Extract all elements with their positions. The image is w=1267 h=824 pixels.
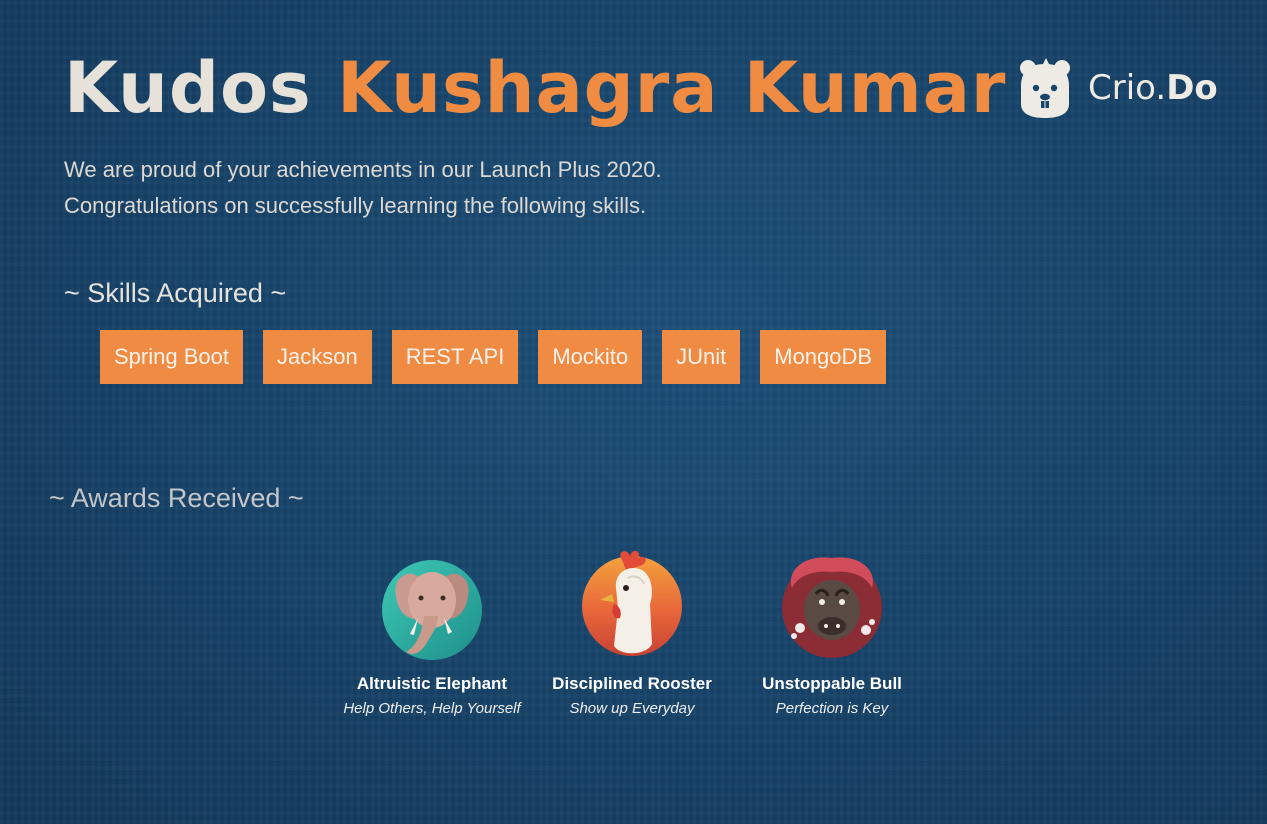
rooster-icon <box>582 550 682 656</box>
beaver-icon <box>1020 58 1070 118</box>
award-name: Unstoppable Bull <box>762 674 902 693</box>
awards-list: Altruistic Elephant Help Others, Help Yo… <box>332 548 932 717</box>
award-name: Altruistic Elephant <box>356 674 508 693</box>
page-title: Kudos Kushagra Kumar <box>64 44 1006 132</box>
title-prefix: Kudos <box>64 47 312 129</box>
skill-chip: REST API <box>391 330 519 384</box>
award-tagline: Show up Everyday <box>569 700 695 717</box>
award-tagline: Perfection is Key <box>775 700 889 717</box>
intro-line-1: We are proud of your achievements in our… <box>64 157 662 182</box>
skills-list: Spring Boot Jackson REST API Mockito JUn… <box>100 330 906 384</box>
skill-chip: JUnit <box>662 330 741 384</box>
logo-text-light: Crio. <box>1088 68 1167 108</box>
bull-icon <box>782 557 882 658</box>
logo-wordmark: Crio.Do <box>1088 68 1218 108</box>
recipient-name: Kushagra Kumar <box>337 47 1007 129</box>
skill-chip: Mockito <box>538 330 643 384</box>
award-badge-elephant: Altruistic Elephant Help Others, Help Yo… <box>332 548 532 717</box>
skills-heading: ~ Skills Acquired ~ <box>64 278 287 308</box>
skill-chip: Jackson <box>262 330 372 384</box>
award-badge-rooster: Disciplined Rooster Show up Everyday <box>532 548 732 717</box>
skill-chip: MongoDB <box>760 330 887 384</box>
crio-logo: Crio.Do <box>1016 56 1218 120</box>
elephant-icon <box>382 560 482 660</box>
logo-text-bold: Do <box>1166 68 1218 108</box>
award-tagline: Help Others, Help Yourself <box>343 700 521 717</box>
skill-chip: Spring Boot <box>100 330 243 384</box>
award-badge-bull: Unstoppable Bull Perfection is Key <box>732 548 932 717</box>
intro-line-2: Congratulations on successfully learning… <box>64 193 647 218</box>
intro-text: We are proud of your achievements in our… <box>64 152 662 224</box>
awards-heading: ~ Awards Received ~ <box>49 483 304 513</box>
award-name: Disciplined Rooster <box>552 674 712 693</box>
